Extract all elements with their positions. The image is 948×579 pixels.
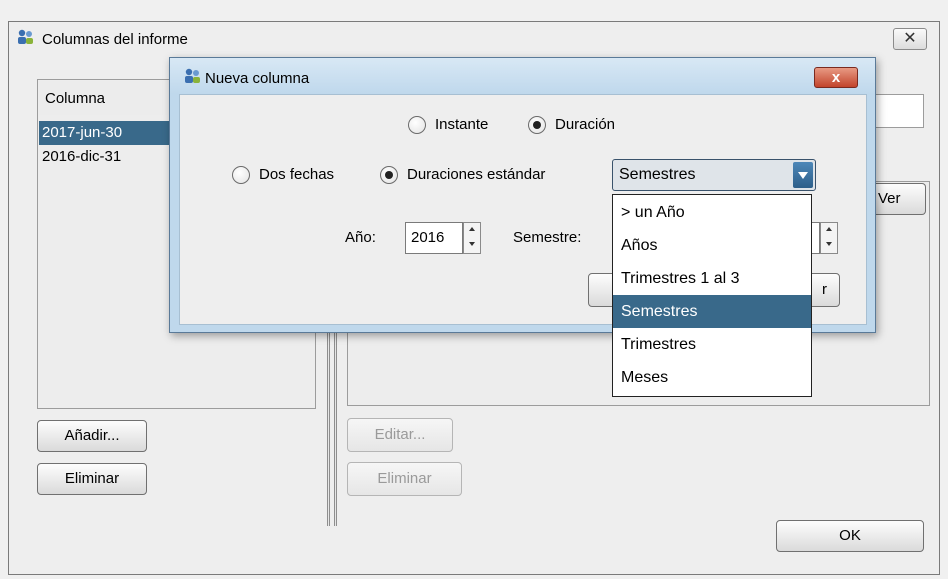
list-header-label: Columna [45,90,106,107]
splitter-handle[interactable] [327,330,330,526]
dropdown-option-selected[interactable]: Semestres [613,295,811,328]
dialog-title: Nueva columna [205,70,310,87]
dropdown-option[interactable]: > un Año [613,196,811,229]
instant-label: Instante [435,116,489,133]
dropdown-option[interactable]: Trimestres 1 al 3 [613,262,811,295]
dropdown-option[interactable]: Trimestres [613,328,811,361]
dropdown-option[interactable]: Años [613,229,811,262]
stepper-down-icon[interactable] [821,238,837,253]
dialog-close-button[interactable]: x [814,67,858,88]
year-label: Año: [345,229,376,246]
window-titlebar: Columnas del informe ✕ [9,22,939,56]
duration-type-dropdown: > un Año Años Trimestres 1 al 3 Semestre… [612,194,812,397]
year-stepper[interactable] [463,222,481,254]
app-icon [16,28,36,46]
ok-button[interactable]: OK [776,520,924,552]
close-icon: ✕ [903,30,917,47]
text-field-peek[interactable] [875,94,924,128]
stepper-up-icon[interactable] [821,223,837,238]
semester-stepper[interactable] [820,222,838,254]
right-remove-button[interactable]: Eliminar [347,462,462,496]
instant-radio[interactable] [408,116,426,134]
app-icon [183,67,203,85]
duration-type-value: Semestres [619,166,696,183]
window-title: Columnas del informe [42,31,188,48]
dialog-titlebar: Nueva columna x [170,58,875,94]
remove-button[interactable]: Eliminar [37,463,147,495]
view-button[interactable]: Ver [875,183,926,215]
year-input[interactable]: 2016 [405,222,463,254]
standard-durations-radio[interactable] [380,166,398,184]
add-button[interactable]: Añadir... [37,420,147,452]
list-item[interactable]: 2016-dic-31 [39,145,171,169]
duration-type-select[interactable]: Semestres [612,159,816,191]
edit-button[interactable]: Editar... [347,418,453,452]
chevron-down-icon[interactable] [793,162,813,188]
standard-durations-label: Duraciones estándar [407,166,546,183]
dropdown-option[interactable]: Meses [613,361,811,394]
close-icon: x [831,69,841,86]
stepper-down-icon[interactable] [464,238,480,253]
semester-label: Semestre: [513,229,582,246]
list-item[interactable]: 2017-jun-30 [39,121,171,145]
two-dates-label: Dos fechas [259,166,335,183]
window-close-button[interactable]: ✕ [893,28,927,50]
splitter-handle[interactable] [334,330,337,526]
two-dates-radio[interactable] [232,166,250,184]
stepper-up-icon[interactable] [464,223,480,238]
duration-label: Duración [555,116,616,133]
duration-radio[interactable] [528,116,546,134]
